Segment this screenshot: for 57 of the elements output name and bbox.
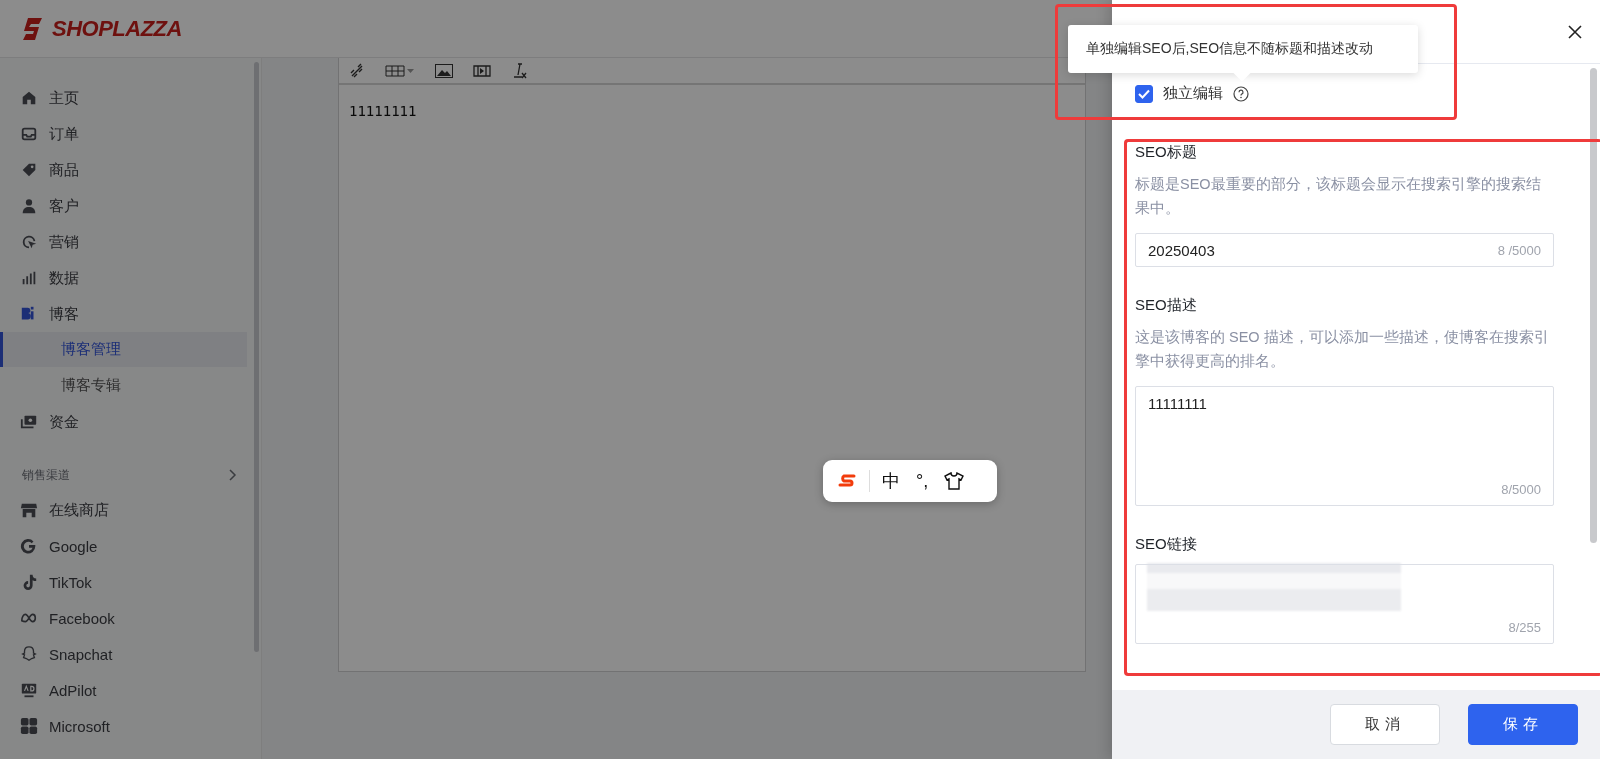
char-counter: 8/5000 [1501,482,1541,497]
windows-icon [20,717,38,735]
save-button[interactable]: 保存 [1468,704,1578,745]
field-label: SEO描述 [1135,296,1198,315]
checkbox[interactable] [1135,84,1153,103]
google-icon [20,537,38,555]
input-method-logo-icon[interactable] [837,474,857,488]
image-icon[interactable] [435,63,453,78]
input-field[interactable]: 20250403 8 /5000 [1135,233,1554,267]
table-icon[interactable] [385,63,415,78]
checkbox-label: 独立编辑 [1163,84,1223,103]
nav-item[interactable]: 博客 [0,296,261,332]
logo-icon [22,16,44,41]
editor-text: 11111111 [348,102,418,121]
nav-item[interactable]: 营销 [0,224,261,260]
field-label: SEO标题 [1135,143,1198,162]
field-value: 11111111 [1148,395,1208,412]
channel-item[interactable]: AdPilot [0,672,261,708]
field-label: SEO链接 [1135,535,1198,554]
help-text: 标题是SEO最重要的部分，该标题会显示在搜索引擎的搜索结果中。 [1135,175,1542,218]
close-icon[interactable] [1568,24,1582,39]
ad-screen-icon [20,681,38,699]
nav-subitem[interactable]: 博客管理 [0,332,247,367]
input-field[interactable]: 8/255 [1135,564,1554,644]
channel-item[interactable]: Snapchat [0,636,261,672]
scrollbar[interactable] [254,62,259,652]
textarea-field[interactable]: 11111111 8/5000 [1135,386,1554,506]
field-value: 20250403 [1148,241,1215,259]
nav-item[interactable]: 商品 [0,152,261,188]
clear-format-icon[interactable] [511,62,527,79]
nav-item[interactable]: 订单 [0,116,261,152]
channel-item[interactable]: 在线商店 [0,492,261,528]
ime-button[interactable]: °, [916,470,929,492]
scrollbar[interactable] [1590,68,1597,543]
char-counter: 8/255 [1508,620,1541,635]
ghost-icon [20,645,38,663]
chevron-right-icon[interactable] [229,469,237,481]
shirt-icon[interactable] [944,472,965,490]
link-icon[interactable] [349,62,365,79]
nav-subitem[interactable]: 博客专辑 [0,368,247,403]
nav-item[interactable]: 数据 [0,260,261,296]
brand-logo: SHOPLAZZA [52,15,182,42]
section-title: 销售渠道 [22,466,70,484]
store-icon [20,501,38,519]
nav-item[interactable]: 资金 [0,404,261,440]
channel-item[interactable]: Microsoft [0,708,261,744]
channel-item[interactable]: TikTok [0,564,261,600]
help-icon[interactable] [1233,85,1249,102]
channel-item[interactable]: Facebook [0,600,261,636]
char-counter: 8 /5000 [1497,242,1541,258]
video-icon[interactable] [473,63,491,78]
channel-item[interactable]: Google [0,528,261,564]
nav-item[interactable]: 客户 [0,188,261,224]
nav-item[interactable]: 主页 [0,80,261,116]
cancel-button[interactable]: 取消 [1330,704,1440,745]
help-text: 这是该博客的 SEO 描述，可以添加一些描述，使博客在搜索引擎中获得更高的排名。 [1135,328,1550,371]
ime-button[interactable]: 中 [882,469,900,493]
